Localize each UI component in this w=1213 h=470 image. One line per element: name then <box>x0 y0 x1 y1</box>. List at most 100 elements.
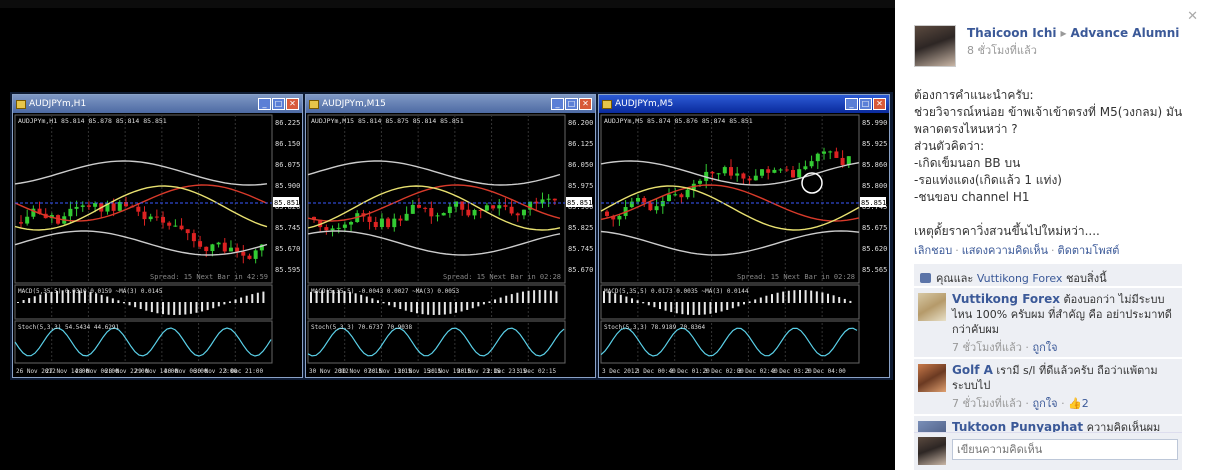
candle <box>660 201 665 207</box>
macd-bar <box>771 294 773 303</box>
spread-label: Spread: 15 Next Bar in 02:28 <box>737 273 855 281</box>
unlike-link[interactable]: เลิกชอบ <box>914 244 952 257</box>
candle <box>447 206 452 214</box>
maximize-icon[interactable]: □ <box>565 98 578 110</box>
candle <box>367 216 372 222</box>
candle <box>472 210 477 216</box>
candle <box>803 166 808 170</box>
comment-author[interactable]: Tuktoon Punyaphat <box>952 420 1083 432</box>
comment-author[interactable]: Vuttikong Forex <box>952 292 1060 306</box>
candle <box>509 206 514 214</box>
candle <box>642 198 647 203</box>
chart-titlebar[interactable]: AUDJPYm,M15 _ □ ✕ <box>306 95 595 113</box>
avatar[interactable] <box>918 421 946 432</box>
minimize-icon[interactable]: _ <box>845 98 858 110</box>
candle <box>654 206 659 211</box>
post-timestamp[interactable]: 8 ชั่วโมงที่แล้ว <box>967 41 1037 59</box>
author-link[interactable]: Thaicoon Ichi <box>967 26 1057 40</box>
ma-yellow-line <box>14 185 268 231</box>
comment-link[interactable]: แสดงความคิดเห็น <box>962 244 1048 257</box>
avatar[interactable] <box>918 364 946 392</box>
close-icon[interactable]: ✕ <box>286 98 299 110</box>
macd-bar <box>843 298 846 303</box>
group-link[interactable]: Advance Alumni <box>1071 26 1180 40</box>
macd-bar <box>228 301 231 303</box>
macd-bar <box>647 302 650 306</box>
chart-canvas[interactable]: 85.99085.92585.86085.80085.74585.67585.6… <box>599 113 889 377</box>
macd-bar <box>427 302 430 315</box>
candle <box>93 203 98 207</box>
chart-icon <box>602 99 612 109</box>
macd-bar <box>382 302 385 304</box>
price-tag-label: 85.851 <box>861 199 886 207</box>
macd-bar <box>39 294 42 303</box>
close-icon[interactable]: ✕ <box>1187 9 1198 24</box>
candle <box>253 250 258 259</box>
macd-bar <box>449 302 452 314</box>
chart-titlebar[interactable]: AUDJPYm,M5 _ □ ✕ <box>599 95 889 113</box>
close-icon[interactable]: ✕ <box>873 98 886 110</box>
macd-bar <box>782 291 785 303</box>
like-count[interactable]: 👍2 <box>1068 397 1089 410</box>
chart-window-m15[interactable]: AUDJPYm,M15 _ □ ✕ 86.200 86.125 86.050 85.9… <box>305 94 596 378</box>
chart-window-m5[interactable]: AUDJPYm,M5 _ □ ✕ 85.990 85.925 85.860 85.80… <box>598 94 890 378</box>
bollinger-upper-line <box>14 160 268 186</box>
chart-window-h1[interactable]: AUDJPYm,H1 _ □ ✕ 86.225 86.150 86.075 85.90… <box>12 94 303 378</box>
macd-bar <box>709 302 712 314</box>
macd-bar <box>117 300 120 303</box>
maximize-icon[interactable]: □ <box>272 98 285 110</box>
macd-bar <box>128 302 131 306</box>
price-tick-label: 85.675 <box>862 224 887 232</box>
price-tick-label: 85.670 <box>568 266 593 274</box>
chart-icon <box>16 99 26 109</box>
macd-bar <box>793 290 796 303</box>
candle <box>247 255 252 259</box>
minimize-icon[interactable]: _ <box>258 98 271 110</box>
candle <box>74 206 79 209</box>
macd-bar <box>759 297 762 303</box>
chart-canvas[interactable]: 86.22586.15086.07585.90085.82085.74585.6… <box>13 113 302 377</box>
macd-bar <box>720 302 723 312</box>
macd-bar <box>838 297 841 303</box>
macd-bar <box>393 302 396 308</box>
macd-bar <box>256 292 259 303</box>
macd-bar <box>533 290 536 303</box>
macd-bar <box>376 300 379 303</box>
macd-bar <box>360 294 363 303</box>
macd-bar <box>538 290 541 303</box>
candle <box>685 189 690 198</box>
macd-bar <box>22 300 25 303</box>
candle <box>386 218 391 228</box>
macd-bar <box>162 302 165 315</box>
maximize-icon[interactable]: □ <box>859 98 872 110</box>
liker-link[interactable]: Vuttikong Forex <box>977 272 1063 285</box>
price-tag-label: 85.851 <box>274 199 299 207</box>
avatar[interactable] <box>914 25 956 67</box>
comment-like-link[interactable]: ถูกใจ <box>1032 397 1057 410</box>
macd-bar <box>421 302 424 315</box>
macd-bar <box>100 294 103 303</box>
comment-input[interactable] <box>952 439 1178 460</box>
candle <box>222 242 227 252</box>
comment-time[interactable]: 7 ชั่วโมงที่แล้ว <box>952 341 1022 354</box>
comment-like-link[interactable]: ถูกใจ <box>1032 341 1057 354</box>
macd-bar <box>849 300 852 303</box>
candle <box>210 244 215 252</box>
chart-titlebar[interactable]: AUDJPYm,H1 _ □ ✕ <box>13 95 302 113</box>
chart-canvas[interactable]: 86.20086.12586.05085.97585.90085.82585.7… <box>306 113 595 377</box>
candle <box>797 169 802 178</box>
comment-time[interactable]: 7 ชั่วโมงที่แล้ว <box>952 397 1022 410</box>
minimize-icon[interactable]: _ <box>551 98 564 110</box>
ma-yellow-line <box>600 185 860 231</box>
close-icon[interactable]: ✕ <box>579 98 592 110</box>
avatar[interactable] <box>918 293 946 321</box>
macd-bar <box>234 299 237 303</box>
candle <box>716 173 721 175</box>
candle <box>25 216 30 224</box>
macd-bar <box>516 292 519 303</box>
follow-post-link[interactable]: ติดตามโพสต์ <box>1058 244 1120 257</box>
candle <box>167 222 172 226</box>
macd-bar <box>675 302 678 314</box>
candle <box>154 216 159 218</box>
comment-author[interactable]: Golf A <box>952 363 993 377</box>
